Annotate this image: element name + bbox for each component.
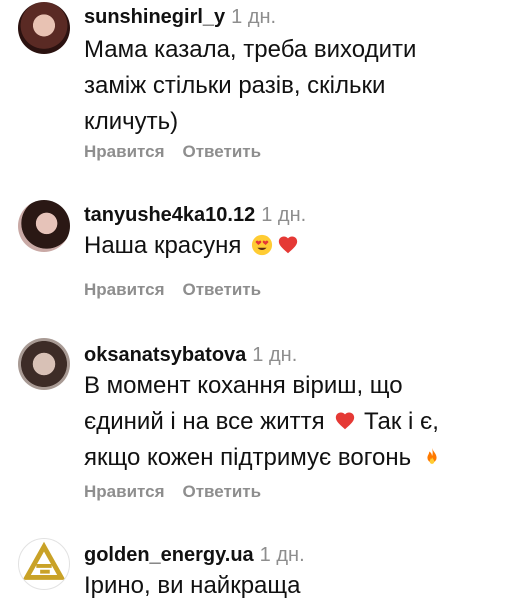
reply-button[interactable]: Ответить — [183, 280, 262, 299]
avatar[interactable] — [18, 338, 70, 390]
golden-energy-logo-icon — [22, 541, 66, 580]
comment-text: В момент кохання віриш, що єдиний і на в… — [84, 368, 484, 476]
comment-text: Мама казала, треба виходити заміж стільк… — [84, 36, 417, 135]
avatar[interactable] — [18, 2, 70, 54]
reply-button[interactable]: Ответить — [183, 482, 262, 501]
avatar[interactable] — [18, 200, 70, 252]
fire-icon — [427, 447, 437, 464]
comment-2: tanyushe4ka10.12 1 дн. Наша красуня Нрави… — [0, 196, 505, 306]
comment-time: 1 дн. — [259, 544, 305, 566]
comment-actions: Нравится Ответить — [84, 142, 261, 162]
avatar[interactable] — [18, 538, 70, 590]
comment-4: golden_energy.ua 1 дн. Ірино, ви найкраща — [0, 534, 505, 600]
heart-icon — [336, 412, 355, 430]
comment-3: oksanatsybatova 1 дн. В момент кохання ві… — [0, 332, 505, 512]
comment-1: sunshinegirl_y 1 дн. Мама казала, треба в… — [0, 0, 505, 170]
comment-actions: Нравится Ответить — [84, 482, 261, 502]
comment-time: 1 дн. — [252, 344, 298, 366]
heart-eyes-emoji-icon — [251, 234, 273, 256]
heart-icon — [278, 236, 298, 254]
comment-text: Наша красуня — [84, 228, 484, 264]
comment-username[interactable]: oksanatsybatova — [84, 344, 246, 366]
like-button[interactable]: Нравится — [84, 482, 165, 501]
reply-button[interactable]: Ответить — [183, 142, 262, 161]
like-button[interactable]: Нравится — [84, 142, 165, 161]
like-button[interactable]: Нравится — [84, 280, 165, 299]
comment-username[interactable]: tanyushe4ka10.12 — [84, 204, 255, 226]
comment-time: 1 дн. — [231, 6, 277, 28]
comment-username[interactable]: golden_energy.ua — [84, 544, 254, 566]
comment-username[interactable]: sunshinegirl_y — [84, 6, 225, 28]
comment-time: 1 дн. — [261, 204, 307, 226]
comment-actions: Нравится Ответить — [84, 280, 261, 300]
comment-text: Ірино, ви найкраща — [84, 572, 301, 599]
